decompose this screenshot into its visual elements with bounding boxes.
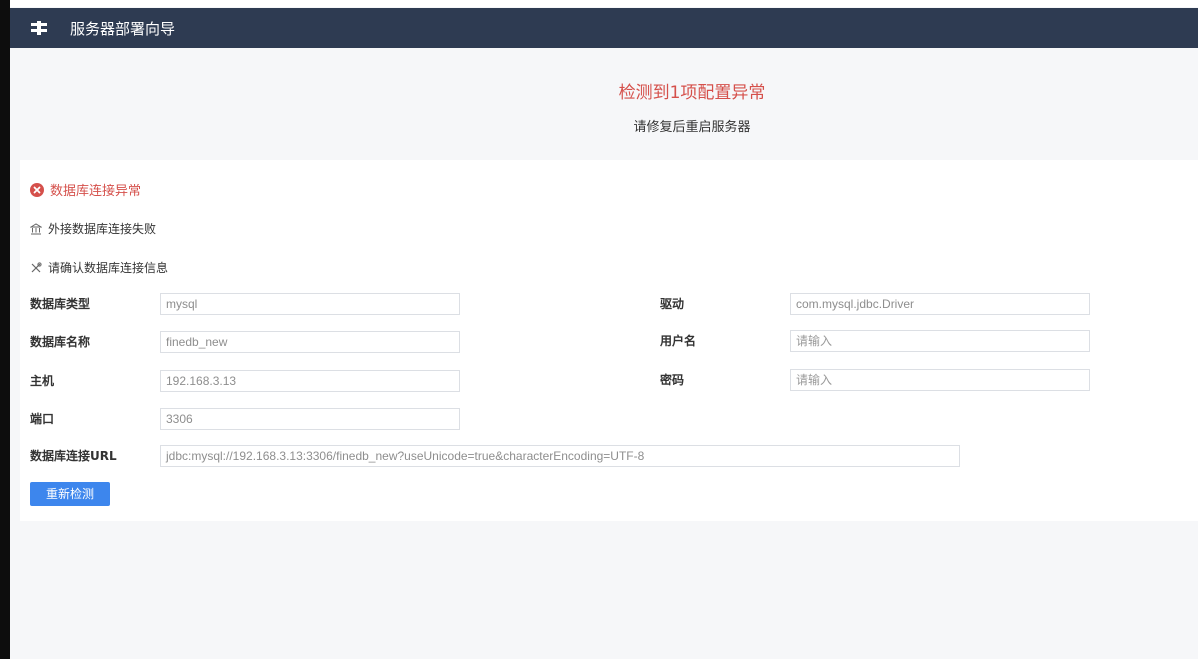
summary-subtitle: 请修复后重启服务器	[633, 120, 751, 135]
bank-icon	[30, 222, 42, 235]
username-label: 用户名	[660, 334, 697, 348]
url-input[interactable]: jdbc:mysql://192.168.3.13:3306/finedb_ne…	[160, 445, 960, 467]
recheck-button[interactable]: 重新检测	[30, 482, 110, 506]
left-edge	[0, 0, 10, 659]
top-strip	[0, 0, 1198, 7]
db-type-input[interactable]: mysql	[160, 293, 460, 315]
config-error-panel: 数据库连接异常 外接数据库连接失败 请确认数据库连接信息 数据库类型 mysql…	[20, 160, 1198, 521]
driver-label: 驱动	[660, 297, 685, 311]
error-circle-icon	[30, 182, 44, 197]
db-name-label: 数据库名称	[30, 335, 91, 349]
wrench-icon	[30, 20, 48, 36]
error-detail: 外接数据库连接失败	[48, 222, 157, 236]
tools-icon	[30, 261, 42, 274]
summary-title: 检测到1项配置异常	[618, 83, 766, 103]
header-title: 服务器部署向导	[70, 19, 176, 38]
port-label: 端口	[30, 412, 55, 426]
error-detail-row: 外接数据库连接失败	[30, 220, 156, 237]
header-bar: 服务器部署向导	[10, 8, 1198, 48]
error-heading: 数据库连接异常	[30, 180, 141, 199]
password-label: 密码	[660, 373, 685, 387]
host-label: 主机	[30, 374, 55, 388]
error-hint: 请确认数据库连接信息	[48, 261, 169, 275]
url-label: 数据库连接URL	[30, 449, 117, 463]
password-input[interactable]: 请输入	[790, 369, 1090, 391]
driver-input[interactable]: com.mysql.jdbc.Driver	[790, 293, 1090, 315]
db-type-label: 数据库类型	[30, 297, 91, 311]
error-hint-row: 请确认数据库连接信息	[30, 259, 168, 276]
db-name-input[interactable]: finedb_new	[160, 331, 460, 353]
username-input[interactable]: 请输入	[790, 330, 1090, 352]
host-input[interactable]: 192.168.3.13	[160, 370, 460, 392]
error-title: 数据库连接异常	[50, 184, 142, 199]
port-input[interactable]: 3306	[160, 408, 460, 430]
